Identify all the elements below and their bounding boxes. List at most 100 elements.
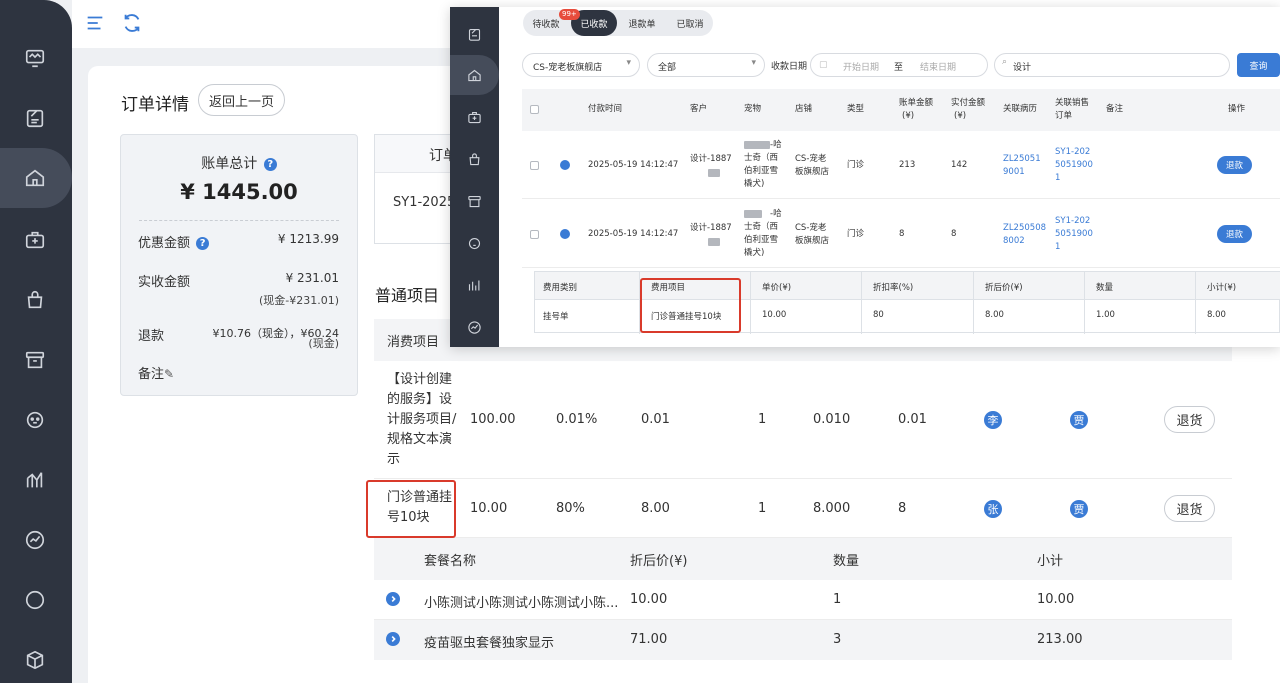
chevron-right-icon[interactable] [386, 632, 400, 646]
remark-row[interactable]: 备注✎ [138, 363, 339, 382]
chart-icon[interactable] [22, 467, 48, 493]
fee-header: 折后价(¥) [985, 283, 1023, 293]
chevron-down-icon[interactable] [560, 229, 570, 239]
help-icon[interactable]: ? [196, 237, 210, 250]
chevron-right-icon[interactable] [560, 160, 570, 170]
date-end[interactable]: 结束日期 [920, 60, 956, 73]
divider [139, 220, 339, 221]
avatar: 贾 [1070, 500, 1088, 518]
page-title: 订单详情 [121, 95, 189, 115]
sale-link[interactable]: SY1-202 [1055, 146, 1090, 159]
item-price: 100.00 [470, 412, 516, 427]
refund-button[interactable]: 退款 [1217, 225, 1252, 243]
bill-title: 账单总计 ? [121, 153, 357, 173]
header-cell: 付款时间 [588, 104, 623, 114]
return-button[interactable]: 退货 [1164, 495, 1215, 522]
fee-cell: 10.00 [762, 310, 787, 320]
medical-box-icon[interactable] [22, 227, 48, 253]
notepad-icon[interactable] [22, 105, 48, 131]
notepad-icon[interactable] [467, 27, 482, 42]
tab-cancelled[interactable]: 已取消 [667, 10, 713, 36]
header-cell: 店铺 [795, 104, 813, 114]
sale-link[interactable]: 1 [1055, 241, 1060, 254]
fee-header: 数量 [1096, 283, 1114, 293]
sale-link[interactable]: SY1-202 [1055, 215, 1090, 228]
header-cell: (¥) [954, 111, 967, 121]
record-link[interactable]: 8002 [1003, 235, 1025, 248]
bag-icon[interactable] [467, 152, 482, 167]
tab-refund[interactable]: 退款单 [619, 10, 665, 36]
refresh-icon[interactable] [121, 12, 143, 34]
package-row: 小陈测试小陈测试小陈测试小陈... 10.00 1 10.00 [374, 580, 1232, 620]
refund-button[interactable]: 退款 [1217, 156, 1252, 174]
record-link[interactable]: 9001 [1003, 166, 1025, 179]
pet-line: 士奇（西 [744, 222, 779, 232]
sale-link[interactable]: 1 [1055, 172, 1060, 185]
bill-amount: 8 [899, 229, 905, 239]
package-header: 折后价(¥) [630, 554, 688, 569]
package-subtotal: 213.00 [1037, 632, 1083, 647]
paid-amount: 142 [951, 160, 968, 170]
payments-table-header: 付款时间 客户 宠物 店铺 类型 账单金额 (¥) 实付金额 (¥) 关联病历 … [522, 89, 1280, 131]
header-cell: 实付金额 [951, 98, 986, 108]
fee-header: 折扣率(%) [873, 283, 914, 293]
bag-icon[interactable] [22, 287, 48, 313]
home-icon[interactable] [467, 68, 482, 83]
package-subtotal: 10.00 [1037, 592, 1075, 607]
chevron-right-icon[interactable] [386, 592, 400, 606]
chat-icon[interactable] [22, 587, 48, 613]
overlay-sidebar [450, 7, 499, 347]
box-icon[interactable] [22, 647, 48, 673]
trend-icon[interactable] [467, 320, 482, 335]
row-checkbox[interactable] [530, 161, 539, 170]
redacted-text [744, 210, 762, 218]
remark-label: 备注 [138, 367, 165, 382]
table-row: 2025-05-19 14:12:47 设计-1887 -哈 士奇（西 伯利亚雪… [522, 200, 1280, 268]
visit-type: 门诊 [847, 160, 865, 170]
row-checkbox[interactable] [530, 230, 539, 239]
date-start[interactable]: 开始日期 [843, 60, 879, 73]
fee-cell: 80 [873, 310, 884, 320]
avatar: 贾 [1070, 411, 1088, 429]
menu-icon[interactable] [84, 12, 106, 34]
date-range-input[interactable]: ▢ 开始日期 至 结束日期 [810, 53, 988, 77]
header-cell: 订单 [1055, 111, 1073, 121]
medical-box-icon[interactable] [467, 110, 482, 125]
package-row: 疫苗驱虫套餐独家显示 71.00 3 213.00 [374, 620, 1232, 660]
item-discount: 80% [556, 501, 585, 516]
archive-icon[interactable] [22, 347, 48, 373]
home-icon[interactable] [22, 165, 48, 191]
record-link[interactable]: ZL250508 [1003, 222, 1046, 235]
header-cell: 宠物 [744, 104, 762, 114]
highlight-box [640, 278, 741, 333]
highlight-box [366, 480, 456, 538]
select-all-checkbox[interactable] [530, 105, 539, 114]
search-button[interactable]: 查询 [1237, 53, 1280, 77]
help-icon[interactable]: ? [263, 158, 277, 171]
search-input[interactable]: 设计 [994, 53, 1230, 77]
type-select[interactable]: 全部 [647, 53, 765, 77]
fee-cell: 8.00 [985, 310, 1004, 320]
refund-label: 退款 [138, 329, 165, 344]
return-button[interactable]: 退货 [1164, 406, 1215, 433]
sale-link[interactable]: 5051900 [1055, 159, 1093, 172]
fee-cell: 1.00 [1096, 310, 1115, 320]
back-button[interactable]: 返回上一页 [198, 84, 285, 116]
pet-icon[interactable] [467, 236, 482, 251]
sale-link[interactable]: 5051900 [1055, 228, 1093, 241]
fee-header: 单价(¥) [762, 283, 792, 293]
payment-time: 2025-05-19 14:12:47 [588, 229, 679, 239]
refund-value-sub: (现金) [308, 337, 339, 350]
monitor-icon[interactable] [22, 45, 48, 71]
archive-icon[interactable] [467, 194, 482, 209]
store-select[interactable]: CS-宠老板旗舰店 [522, 53, 640, 77]
edit-icon[interactable]: ✎ [164, 367, 174, 381]
count-badge: 99+ [559, 9, 580, 20]
record-link[interactable]: ZL25051 [1003, 153, 1041, 166]
chart-icon[interactable] [467, 278, 482, 293]
trend-icon[interactable] [22, 527, 48, 553]
package-header: 小计 [1037, 554, 1064, 569]
pet-icon[interactable] [22, 407, 48, 433]
header-cell: 备注 [1106, 104, 1124, 114]
item-price: 10.00 [470, 501, 508, 516]
